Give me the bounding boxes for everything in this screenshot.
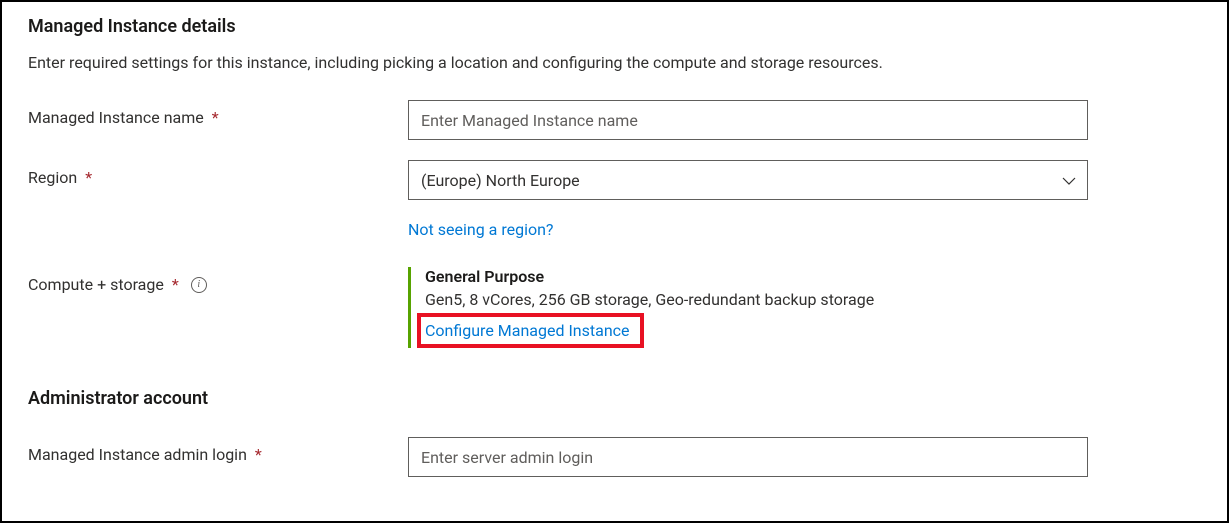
compute-details: Gen5, 8 vCores, 256 GB storage, Geo-redu… <box>425 290 1088 309</box>
section-title-admin: Administrator account <box>28 388 1201 409</box>
row-instance-name: Managed Instance name * <box>28 100 1201 140</box>
row-region: Region * (Europe) North Europe <box>28 160 1201 200</box>
label-region: Region * <box>28 160 408 187</box>
region-selected-value: (Europe) North Europe <box>421 171 580 190</box>
admin-login-input[interactable] <box>408 437 1088 477</box>
row-region-help: Not seeing a region? <box>408 220 1201 239</box>
region-select[interactable]: (Europe) North Europe <box>408 160 1088 200</box>
control-admin-login <box>408 437 1088 477</box>
compute-summary-box: General Purpose Gen5, 8 vCores, 256 GB s… <box>408 267 1088 348</box>
region-help-link[interactable]: Not seeing a region? <box>408 220 553 239</box>
label-compute-storage: Compute + storage * i <box>28 267 408 294</box>
control-region: (Europe) North Europe <box>408 160 1088 200</box>
control-compute-storage: General Purpose Gen5, 8 vCores, 256 GB s… <box>408 267 1088 348</box>
compute-tier: General Purpose <box>425 267 1088 286</box>
configure-link-highlight: Configure Managed Instance <box>417 313 644 348</box>
region-select-wrapper: (Europe) North Europe <box>408 160 1088 200</box>
label-instance-name-text: Managed Instance name <box>28 108 204 127</box>
label-admin-login: Managed Instance admin login * <box>28 437 408 464</box>
label-admin-login-text: Managed Instance admin login <box>28 445 247 464</box>
required-indicator: * <box>85 168 92 187</box>
configure-managed-instance-link[interactable]: Configure Managed Instance <box>425 321 630 340</box>
required-indicator: * <box>172 275 179 294</box>
row-admin-login: Managed Instance admin login * <box>28 437 1201 477</box>
label-compute-storage-text: Compute + storage <box>28 275 164 294</box>
instance-name-input[interactable] <box>408 100 1088 140</box>
section-title-details: Managed Instance details <box>28 16 1201 37</box>
managed-instance-panel: Managed Instance details Enter required … <box>0 0 1229 523</box>
info-icon[interactable]: i <box>191 277 207 293</box>
label-instance-name: Managed Instance name * <box>28 100 408 127</box>
control-instance-name <box>408 100 1088 140</box>
section-description: Enter required settings for this instanc… <box>28 53 1201 72</box>
label-region-text: Region <box>28 168 77 187</box>
required-indicator: * <box>255 445 262 464</box>
row-compute-storage: Compute + storage * i General Purpose Ge… <box>28 267 1201 348</box>
required-indicator: * <box>212 108 219 127</box>
